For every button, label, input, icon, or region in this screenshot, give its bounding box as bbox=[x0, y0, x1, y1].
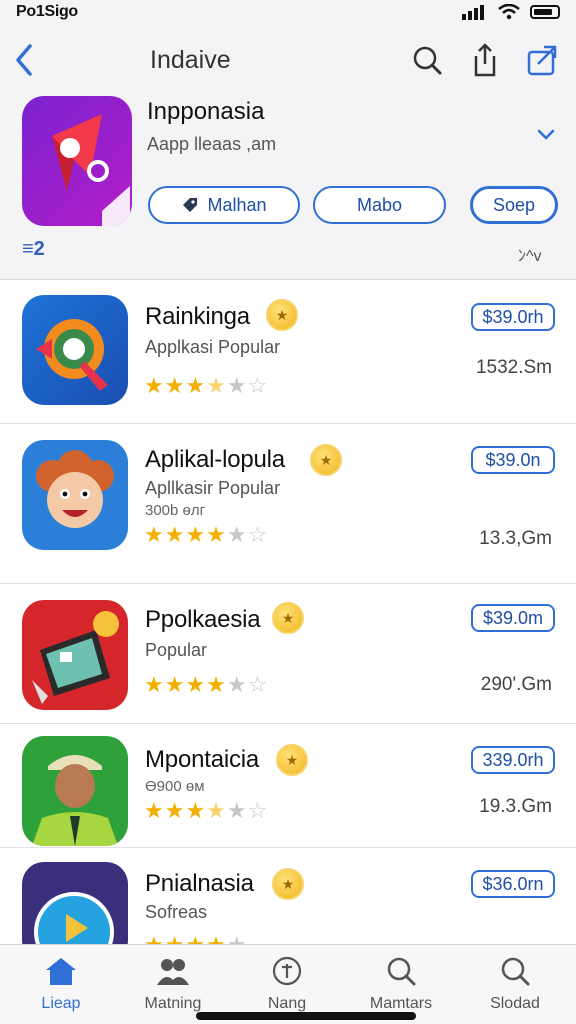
price-button[interactable]: $39.0m bbox=[471, 604, 555, 632]
search-icon bbox=[387, 957, 416, 986]
item-title: Aplikal-lopula bbox=[145, 446, 285, 473]
list-item[interactable]: Aplikal-lopula ★ Apllkasir Popular 300b … bbox=[0, 424, 576, 584]
award-badge-icon: ★ bbox=[272, 868, 304, 900]
home-indicator[interactable] bbox=[196, 1012, 416, 1020]
item-title: Pnialnasia bbox=[145, 870, 254, 897]
share-icon[interactable] bbox=[468, 42, 502, 78]
item-title: Ppolkaesia bbox=[145, 606, 261, 633]
gear-app-icon bbox=[36, 319, 108, 391]
app-icon-1 bbox=[22, 295, 128, 405]
open-external-icon[interactable] bbox=[526, 42, 560, 78]
list-item[interactable]: Pnialnasia ★ Sofreas ★★★★★ $36.0rn bbox=[0, 848, 576, 944]
battery-icon bbox=[530, 5, 560, 19]
item-size: 1532.Sm bbox=[475, 357, 552, 378]
award-badge-icon: ★ bbox=[272, 602, 304, 634]
price-button[interactable]: $39.0rh bbox=[471, 303, 555, 331]
home-icon bbox=[46, 958, 76, 985]
tab-label: Mamtars bbox=[369, 995, 433, 1012]
app-icon-2 bbox=[22, 440, 128, 550]
item-subtitle: Popular bbox=[145, 640, 208, 660]
filter-label: Mabo bbox=[356, 194, 403, 215]
tab-add[interactable]: Nang bbox=[232, 955, 342, 1013]
sort-toggle[interactable]: ﾝ^v bbox=[518, 242, 542, 266]
item-size: 290'.Gm bbox=[480, 674, 552, 695]
price-button[interactable]: 339.0rh bbox=[471, 746, 555, 774]
item-meta: Ө900 өм bbox=[145, 778, 205, 795]
search-icon[interactable] bbox=[410, 42, 444, 78]
rating-stars: ★★★★★☆ bbox=[144, 672, 269, 697]
wifi-icon bbox=[498, 4, 520, 20]
price-button[interactable]: $39.0n bbox=[471, 446, 555, 474]
filter-label: Soep bbox=[492, 194, 536, 215]
play-app-icon bbox=[34, 892, 114, 944]
app-name: Inpponasia bbox=[147, 98, 265, 125]
tag-icon bbox=[183, 198, 198, 212]
status-icons bbox=[460, 4, 560, 20]
person-app-icon bbox=[32, 755, 118, 846]
item-title: Rainkinga bbox=[145, 303, 250, 330]
award-badge-icon: ★ bbox=[266, 299, 298, 331]
status-bar: Po1Sigo bbox=[0, 0, 576, 24]
award-badge-icon: ★ bbox=[310, 444, 342, 476]
rating-stars: ★★★★★☆ bbox=[144, 522, 269, 547]
nav-bar: Indaive bbox=[0, 38, 576, 82]
list-item[interactable]: Rainkinga ★ Applkasi Popular ★★★★★☆ $39.… bbox=[0, 281, 576, 424]
tab-people[interactable]: Matning bbox=[118, 955, 228, 1013]
rating-stars: ★★★★★ bbox=[144, 932, 248, 944]
app-subtitle: Aapp lleaas ,am bbox=[147, 134, 277, 154]
price-button[interactable]: $36.0rn bbox=[471, 870, 555, 898]
tab-label: Slodad bbox=[490, 995, 540, 1012]
status-time: Po1Sigo bbox=[16, 3, 78, 20]
back-chevron-icon[interactable] bbox=[10, 42, 40, 78]
app-icon-3 bbox=[22, 600, 128, 710]
app-icon-4 bbox=[22, 736, 128, 846]
sort-menu-icon[interactable]: ≡2 bbox=[22, 238, 45, 261]
filter-button-3[interactable]: Soep bbox=[470, 186, 558, 224]
tab-search-2[interactable]: Slodad bbox=[460, 955, 570, 1013]
clown-face-app-icon bbox=[36, 450, 114, 528]
filter-button-1[interactable]: Malhan bbox=[148, 186, 300, 224]
item-size: 13.3,Gm bbox=[479, 528, 552, 549]
screen-app-icon bbox=[32, 611, 119, 704]
filter-label: Malhan bbox=[207, 194, 267, 215]
rating-stars: ★★★★★☆ bbox=[144, 798, 269, 823]
item-subtitle: Apllkasir Popular bbox=[145, 478, 281, 498]
tab-label: Lieap bbox=[41, 995, 81, 1012]
list-item[interactable]: Ppolkaesia ★ Popular ★★★★★☆ $39.0m 290'.… bbox=[0, 584, 576, 724]
map-pin-app-icon bbox=[52, 114, 130, 226]
chevron-down-icon[interactable] bbox=[534, 124, 558, 144]
item-title: Mpontaicia bbox=[145, 746, 260, 773]
item-subtitle: Applkasi Popular bbox=[145, 337, 281, 357]
item-subtitle: Sofreas bbox=[145, 902, 208, 922]
rating-stars: ★★★★★☆ bbox=[144, 373, 269, 398]
people-icon bbox=[157, 959, 189, 985]
signal-icon bbox=[462, 5, 484, 20]
award-badge-icon: ★ bbox=[276, 744, 308, 776]
search-icon bbox=[501, 957, 530, 986]
tab-home[interactable]: Lieap bbox=[6, 955, 116, 1013]
filter-button-2[interactable]: Mabo bbox=[313, 186, 446, 224]
tab-label: Matning bbox=[144, 995, 202, 1012]
item-meta: 300b өлг bbox=[145, 502, 206, 519]
list-item[interactable]: Mpontaicia ★ Ө900 өм ★★★★★☆ 339.0rh 19.3… bbox=[0, 724, 576, 848]
app-header: Indaive Inpponasia Aapp lleaas ,am Malha… bbox=[0, 24, 576, 280]
nav-title: Indaive bbox=[150, 46, 231, 74]
app-icon[interactable] bbox=[22, 96, 132, 226]
tab-search[interactable]: Mamtars bbox=[346, 955, 456, 1013]
plus-icon bbox=[272, 956, 302, 986]
app-icon-5 bbox=[22, 862, 128, 944]
item-size: 19.3.Gm bbox=[479, 796, 552, 817]
tab-label: Nang bbox=[267, 995, 307, 1012]
